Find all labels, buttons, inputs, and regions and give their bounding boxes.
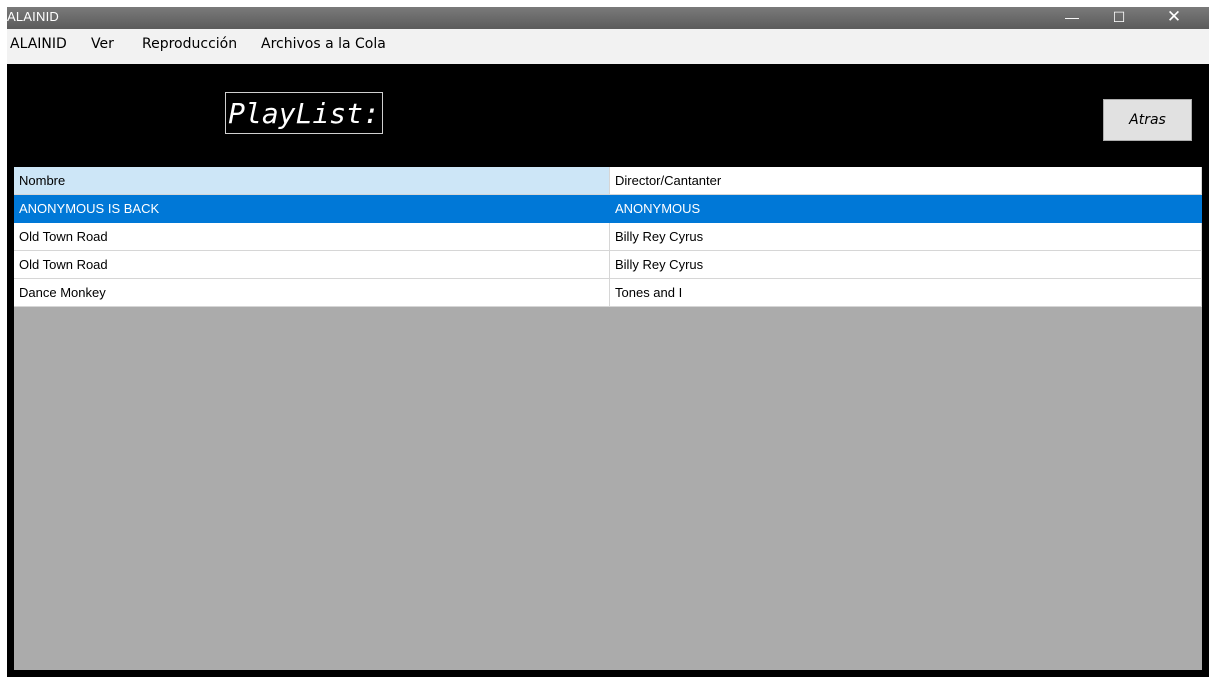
cell-nombre: ANONYMOUS IS BACK [14, 195, 610, 223]
column-header-director[interactable]: Director/Cantanter [610, 167, 1202, 195]
table-row[interactable]: Old Town Road Billy Rey Cyrus [14, 223, 1202, 251]
cell-nombre: Dance Monkey [14, 279, 610, 307]
minimize-icon[interactable]: — [1049, 7, 1095, 29]
table-row[interactable]: Old Town Road Billy Rey Cyrus [14, 251, 1202, 279]
page-title: PlayList: [225, 92, 383, 134]
playlist-table[interactable]: Nombre Director/Cantanter ANONYMOUS IS B… [14, 167, 1202, 670]
menu-item-alainid[interactable]: ALAINID [10, 36, 67, 52]
table-header: Nombre Director/Cantanter [14, 167, 1202, 195]
table-row[interactable]: Dance Monkey Tones and I [14, 279, 1202, 307]
status-bar [7, 670, 1209, 677]
cell-director: ANONYMOUS [610, 195, 1202, 223]
cell-director: Billy Rey Cyrus [610, 251, 1202, 279]
app-window: ALAINID — ☐ ✕ ALAINID Ver Reproducción A… [7, 7, 1209, 677]
header-panel: PlayList: Atras [7, 64, 1209, 162]
cell-director: Billy Rey Cyrus [610, 223, 1202, 251]
window-title: ALAINID [7, 9, 59, 24]
back-button[interactable]: Atras [1103, 99, 1192, 141]
cell-nombre: Old Town Road [14, 251, 610, 279]
cell-director: Tones and I [610, 279, 1202, 307]
title-bar[interactable]: ALAINID — ☐ ✕ [7, 7, 1209, 29]
column-header-nombre[interactable]: Nombre [14, 167, 610, 195]
maximize-icon[interactable]: ☐ [1096, 7, 1142, 29]
menu-item-reproduccion[interactable]: Reproducción [142, 36, 237, 52]
menu-item-archivos-cola[interactable]: Archivos a la Cola [261, 36, 386, 52]
close-icon[interactable]: ✕ [1151, 7, 1197, 29]
table-row[interactable]: ANONYMOUS IS BACK ANONYMOUS [14, 195, 1202, 223]
cell-nombre: Old Town Road [14, 223, 610, 251]
menu-bar: ALAINID Ver Reproducción Archivos a la C… [7, 29, 1209, 64]
menu-item-ver[interactable]: Ver [91, 36, 114, 52]
